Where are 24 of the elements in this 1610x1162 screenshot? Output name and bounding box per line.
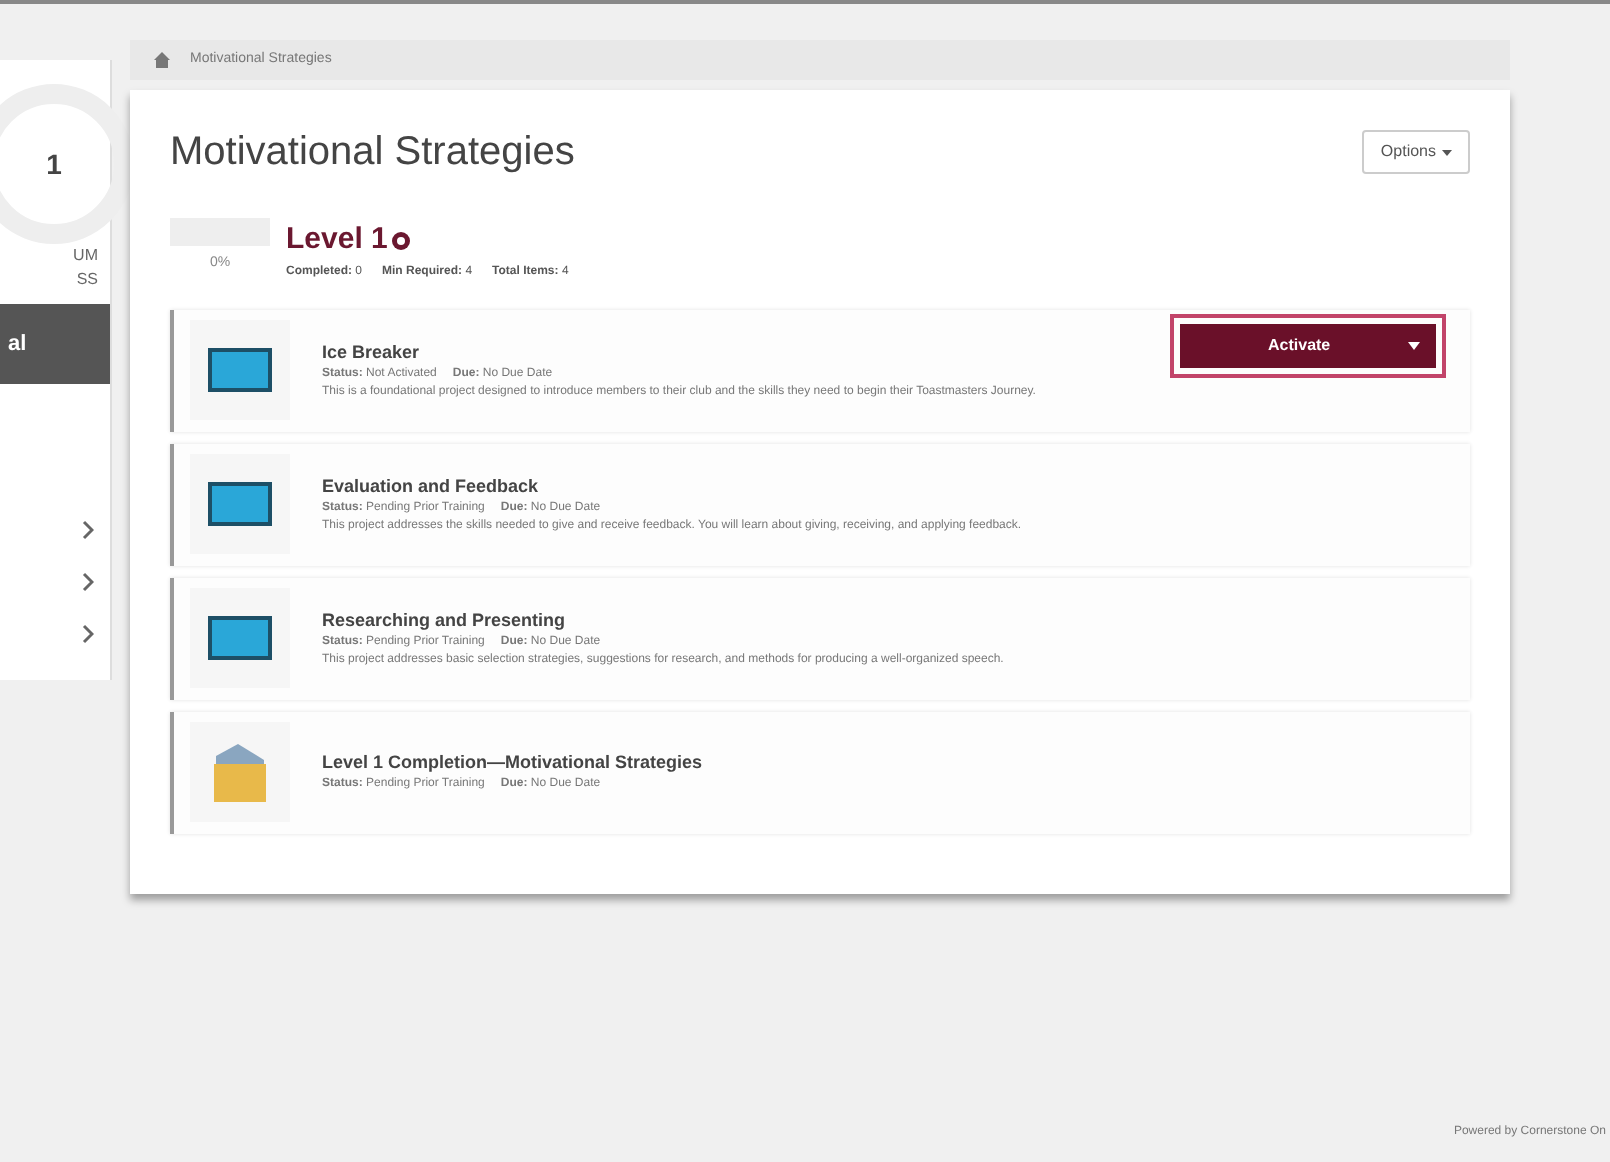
options-button[interactable]: Options: [1362, 130, 1470, 174]
active-menu-item[interactable]: al: [0, 304, 110, 384]
info-icon[interactable]: [391, 231, 410, 250]
caret-icon: [1408, 341, 1420, 349]
page-title: Motivational Strategies: [170, 128, 575, 178]
home-icon[interactable]: [154, 52, 170, 68]
chevron-right-icon[interactable]: [82, 520, 94, 540]
activate-button[interactable]: Activate: [1180, 323, 1436, 367]
chevron-right-icon[interactable]: [82, 572, 94, 592]
monitor-icon: [208, 348, 272, 392]
monitor-icon: [208, 482, 272, 526]
folder-icon: [210, 740, 270, 804]
training-item[interactable]: [170, 443, 1470, 565]
caret-icon: [1442, 149, 1452, 155]
training-item[interactable]: [170, 577, 1470, 699]
monitor-icon: [208, 616, 272, 660]
item-title: Ice Breaker: [322, 339, 422, 366]
item-title: Researching and Presenting: [322, 607, 568, 634]
item-title: Level 1 Completion—Motivational Strategies: [322, 749, 705, 776]
chevron-right-icon[interactable]: [82, 624, 94, 644]
profile-label: SS: [76, 268, 100, 292]
level-title: Level 1: [286, 220, 388, 260]
profile-label: UM: [73, 244, 100, 268]
item-title: Evaluation and Feedback: [322, 473, 541, 500]
